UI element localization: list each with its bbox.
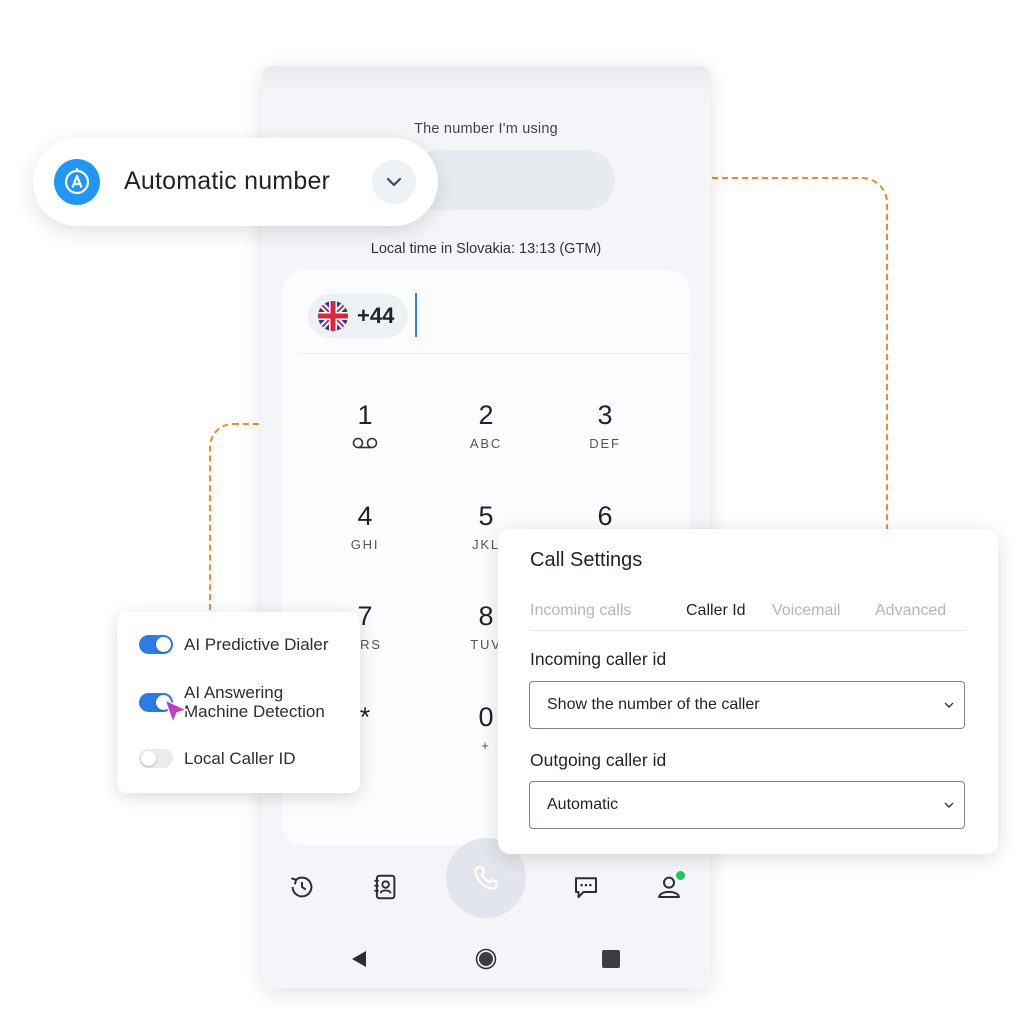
incoming-caller-id-select[interactable]: Show the number of the caller xyxy=(529,681,965,729)
key-letters: ABC xyxy=(469,436,503,451)
settings-tabs: Incoming calls Caller Id Voicemail Advan… xyxy=(530,602,966,631)
key-digit: 5 xyxy=(478,501,494,531)
key-digit: 2 xyxy=(478,400,494,430)
call-settings-title: Call Settings xyxy=(530,549,643,571)
history-icon[interactable] xyxy=(285,870,319,904)
back-icon[interactable] xyxy=(350,949,368,969)
automatic-number-label: Automatic number xyxy=(124,167,331,195)
uk-flag-icon xyxy=(318,301,348,331)
toggle-row-predictive-dialer: AI Predictive Dialer xyxy=(139,635,329,654)
number-selector[interactable] xyxy=(410,150,615,210)
key-1[interactable]: 1 xyxy=(325,398,405,452)
toggle-row-local-caller-id: Local Caller ID xyxy=(139,749,296,768)
toggle-label: AI Predictive Dialer xyxy=(184,635,329,654)
number-label: The number I'm using xyxy=(414,121,558,137)
local-caller-id-toggle[interactable] xyxy=(139,749,173,768)
cursor-pointer-icon xyxy=(164,699,188,724)
key-digit: 1 xyxy=(357,400,373,430)
outgoing-caller-id-label: Outgoing caller id xyxy=(530,750,667,770)
outgoing-caller-id-select[interactable]: Automatic xyxy=(529,781,965,829)
incoming-caller-id-value: Show the number of the caller xyxy=(547,696,760,713)
voicemail-icon xyxy=(325,436,405,452)
phone-icon xyxy=(474,866,498,890)
home-icon[interactable] xyxy=(475,948,497,970)
tab-advanced[interactable]: Advanced xyxy=(875,602,946,620)
tab-caller-id[interactable]: Caller Id xyxy=(686,602,746,620)
incoming-caller-id-label: Incoming caller id xyxy=(530,649,667,669)
chevron-down-icon[interactable] xyxy=(372,160,416,204)
automatic-number-selector[interactable]: Automatic number xyxy=(33,138,438,226)
online-status-dot xyxy=(675,870,686,881)
key-4[interactable]: 4 GHI xyxy=(325,499,405,553)
recents-icon[interactable] xyxy=(602,950,620,968)
chat-icon[interactable] xyxy=(569,870,603,904)
contacts-icon[interactable] xyxy=(368,870,402,904)
key-2[interactable]: 2 ABC xyxy=(446,398,526,452)
key-letters: DEF xyxy=(589,436,621,451)
outgoing-caller-id-value: Automatic xyxy=(547,796,619,813)
status-bar xyxy=(262,66,710,98)
key-digit: 4 xyxy=(357,501,373,531)
country-selector[interactable]: +44 xyxy=(308,294,408,338)
country-code: +44 xyxy=(357,303,395,328)
ai-features-panel: AI Predictive Dialer AI Answering Machin… xyxy=(117,612,360,793)
tab-voicemail[interactable]: Voicemail xyxy=(772,602,840,620)
local-time-label: Local time in Slovakia: 13:13 (GTM) xyxy=(370,241,602,257)
divider xyxy=(298,353,690,354)
key-3[interactable]: 3 DEF xyxy=(565,398,645,452)
chevron-down-icon xyxy=(944,802,954,808)
toggle-label-line2: Machine Detection xyxy=(184,702,325,721)
key-digit: 6 xyxy=(597,501,613,531)
key-letters: GHI xyxy=(350,537,380,552)
connector-line-right xyxy=(712,177,888,539)
predictive-dialer-toggle[interactable] xyxy=(139,635,173,654)
toggle-label: Local Caller ID xyxy=(184,749,296,768)
chevron-down-icon xyxy=(944,702,954,708)
tab-incoming-calls[interactable]: Incoming calls xyxy=(530,602,631,620)
key-digit: 3 xyxy=(597,400,613,430)
call-settings-panel: Call Settings Incoming calls Caller Id V… xyxy=(498,529,998,854)
toggle-label: AI Answering Machine Detection xyxy=(184,683,325,721)
toggle-label-line1: AI Answering xyxy=(184,683,284,702)
auto-a-icon xyxy=(54,159,100,205)
text-caret xyxy=(415,293,417,337)
profile-icon[interactable] xyxy=(652,870,686,904)
